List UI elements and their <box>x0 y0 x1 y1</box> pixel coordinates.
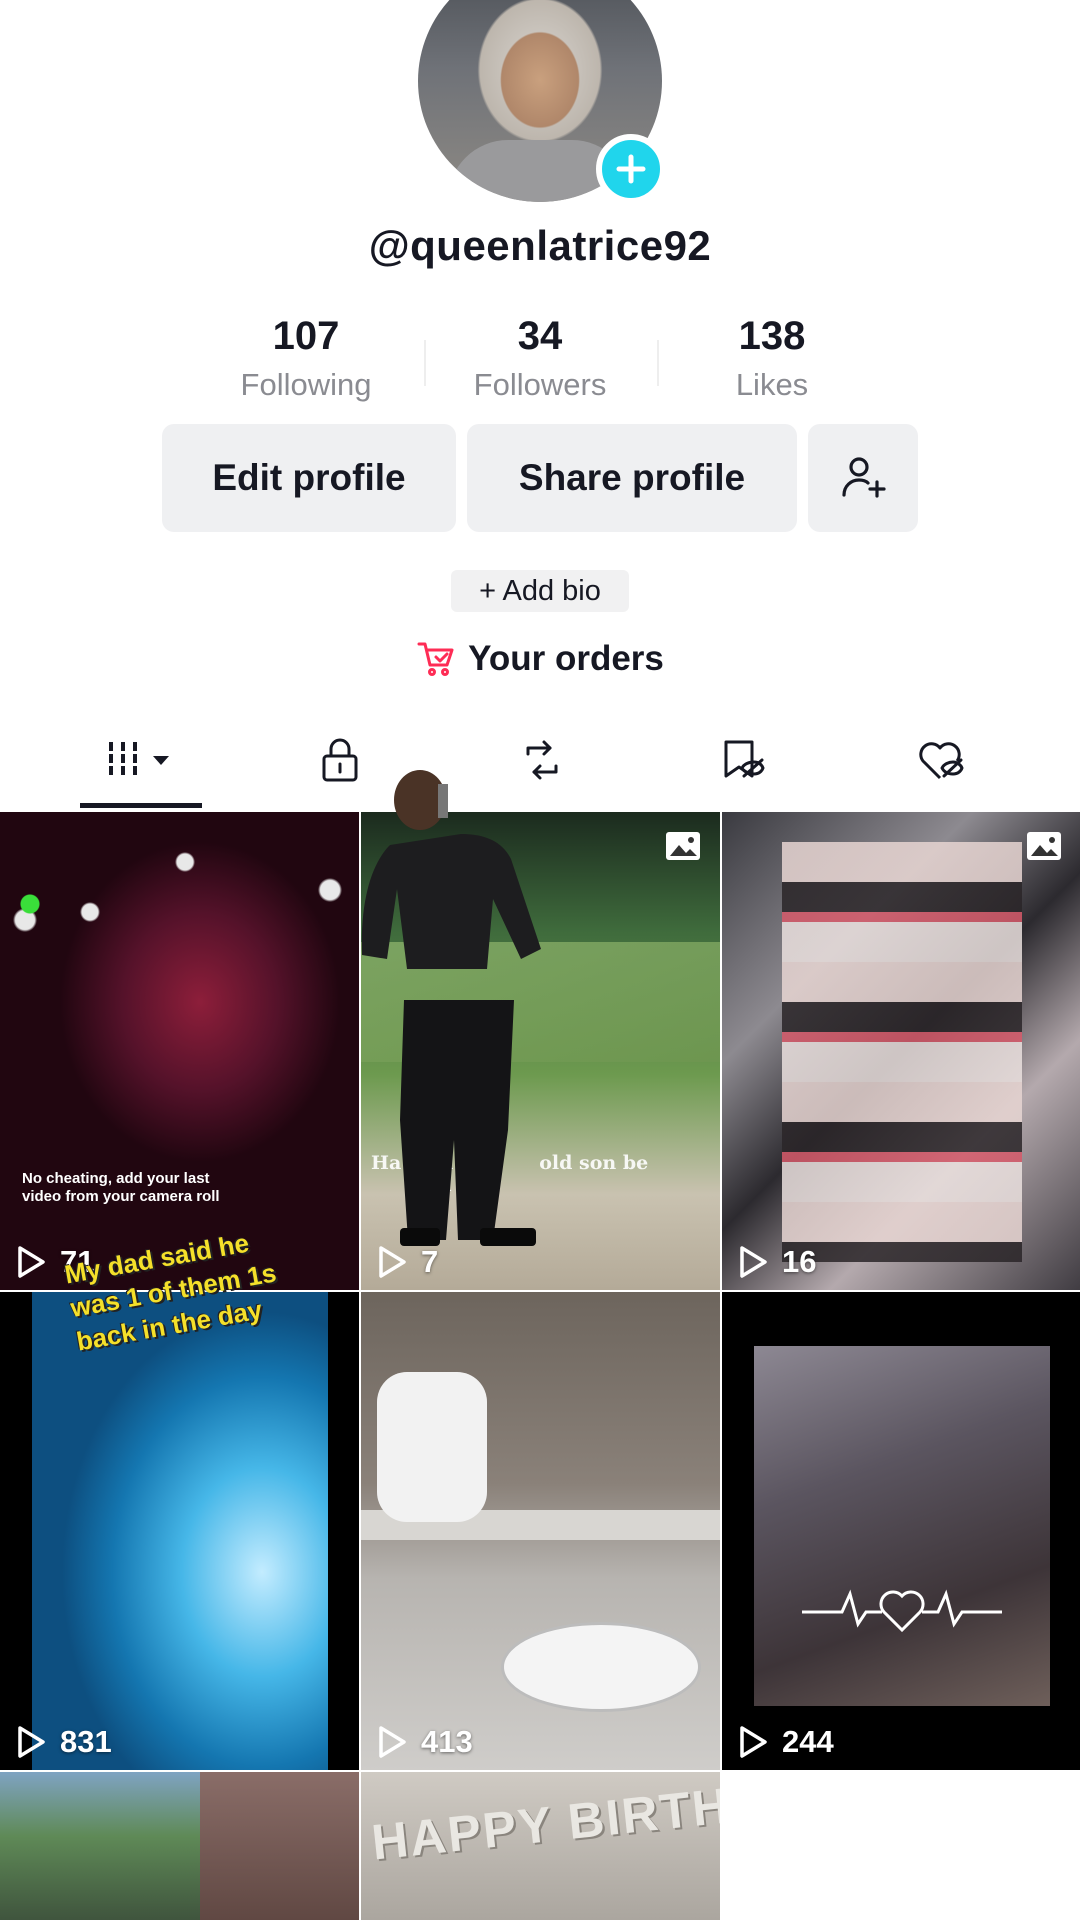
stat-followers[interactable]: 34 Followers <box>440 310 640 406</box>
stat-following[interactable]: 107 Following <box>206 310 406 406</box>
video-tile[interactable]: HAPPY BIRTHDAY <box>361 1772 720 1920</box>
stats-divider <box>424 340 426 386</box>
profile-stats: 107 Following 34 Followers 138 Likes <box>0 310 1080 410</box>
tab-liked[interactable] <box>880 720 1000 800</box>
username: @queenlatrice92 <box>368 222 712 269</box>
sink-basin <box>501 1622 701 1712</box>
video-thumbnail <box>200 1772 359 1920</box>
edit-profile-button[interactable]: Edit profile <box>162 424 456 532</box>
video-thumbnail <box>32 1292 328 1770</box>
add-friend-button[interactable] <box>808 424 918 532</box>
active-tab-indicator <box>80 803 202 808</box>
add-bio-button[interactable]: + Add bio <box>451 570 629 612</box>
play-icon <box>18 1246 45 1278</box>
video-thumbnail <box>754 1346 1050 1706</box>
stats-divider <box>657 340 659 386</box>
video-tile[interactable] <box>0 1772 359 1920</box>
add-friend-icon <box>842 457 886 498</box>
bookmark-hidden-icon <box>724 740 765 778</box>
likes-label: Likes <box>735 367 809 402</box>
video-tile[interactable]: No cheating, add your last video from yo… <box>0 812 359 1290</box>
view-count-value: 831 <box>60 1724 112 1759</box>
shopping-cart-icon <box>417 642 454 676</box>
your-orders-link[interactable]: Your orders <box>0 634 1080 684</box>
play-icon <box>740 1726 767 1758</box>
following-count: 107 <box>272 314 340 358</box>
lock-icon <box>322 738 358 782</box>
video-tile[interactable]: 244 <box>722 1292 1080 1770</box>
grid-icon <box>109 742 169 776</box>
following-label: Following <box>240 367 372 402</box>
view-count-value: 16 <box>782 1244 817 1279</box>
video-caption: No cheating, add your last video from yo… <box>22 1170 220 1205</box>
jacket <box>377 1372 487 1522</box>
stat-likes[interactable]: 138 Likes <box>672 310 872 406</box>
photo-icon <box>666 832 700 860</box>
video-thumbnail <box>782 842 1022 1262</box>
add-avatar-plus-icon[interactable] <box>596 134 666 204</box>
profile-avatar-container[interactable] <box>418 0 666 204</box>
video-tile[interactable]: 413 <box>361 1292 720 1770</box>
your-orders-label: Your orders <box>468 639 664 678</box>
play-icon <box>740 1246 767 1278</box>
view-count: 413 <box>377 1724 473 1760</box>
view-count-value: 244 <box>782 1724 834 1759</box>
overlay-sticker-figure <box>361 770 541 1246</box>
view-count: 16 <box>738 1244 816 1280</box>
followers-label: Followers <box>473 367 607 402</box>
tab-videos[interactable] <box>81 720 201 800</box>
view-count-value: 413 <box>421 1724 473 1759</box>
play-icon <box>18 1726 45 1758</box>
heartbeat-icon <box>802 1589 1002 1633</box>
share-profile-button[interactable]: Share profile <box>467 424 797 532</box>
followers-count: 34 <box>517 314 563 358</box>
play-icon <box>379 1726 406 1758</box>
video-thumbnail <box>0 812 359 1290</box>
tab-favorites[interactable] <box>680 720 800 800</box>
heart-hidden-icon <box>919 742 964 780</box>
view-count: 831 <box>16 1724 112 1760</box>
photo-icon <box>1027 832 1061 860</box>
likes-count: 138 <box>738 314 806 358</box>
view-count: 244 <box>738 1724 834 1760</box>
video-tile[interactable]: 831 <box>0 1292 359 1770</box>
video-tile[interactable]: 16 <box>722 812 1080 1290</box>
video-caption: HAPPY BIRTHDAY <box>369 1772 720 1871</box>
